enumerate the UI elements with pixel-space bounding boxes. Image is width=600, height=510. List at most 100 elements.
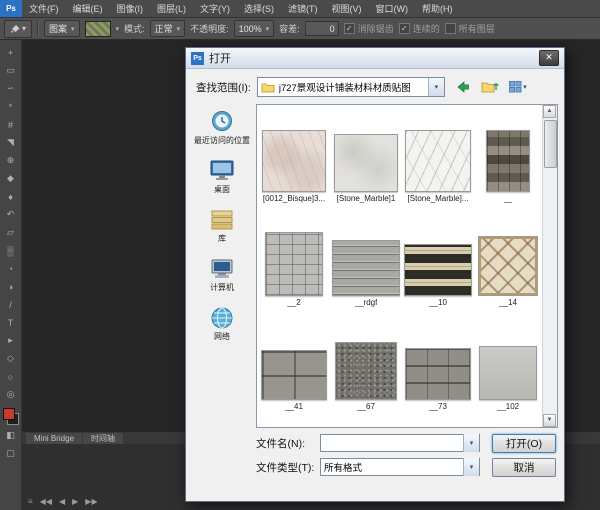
color-swatches[interactable] xyxy=(3,408,19,425)
tool-lasso[interactable]: ∽ xyxy=(3,81,19,96)
tool-brush[interactable]: ◆ xyxy=(3,171,19,186)
place-recent[interactable]: 最近访问的位置 xyxy=(192,108,252,146)
place-network[interactable]: 网络 xyxy=(192,306,252,342)
open-file-dialog: Ps 打开 ✕ 查找范围(I): j727景观设计铺装材料材质贴图 ▾ ▾ xyxy=(185,47,565,502)
previous-frame-button[interactable]: ◀ xyxy=(59,496,65,508)
menu-item-help[interactable]: 帮助(H) xyxy=(415,0,460,17)
menu-item-window[interactable]: 窗口(W) xyxy=(369,0,416,17)
menu-item-view[interactable]: 视图(V) xyxy=(325,0,369,17)
view-menu-button[interactable]: ▾ xyxy=(507,77,529,97)
scrollbar-thumb[interactable] xyxy=(544,120,557,168)
tool-quick-mask[interactable]: ◧ xyxy=(3,428,19,443)
tool-eyedropper[interactable]: ◥ xyxy=(3,135,19,150)
file-item[interactable]: __10 xyxy=(403,217,473,309)
fill-source-dropdown[interactable]: 图案 ▾ xyxy=(44,20,80,37)
file-thumbnail xyxy=(479,346,537,400)
look-in-arrow-button[interactable]: ▾ xyxy=(428,78,444,96)
file-type-arrow-button[interactable]: ▾ xyxy=(463,458,479,476)
file-name-label: __73 xyxy=(429,402,447,413)
contiguous-checkbox[interactable]: ✓ 连续的 xyxy=(399,22,440,35)
place-label: 库 xyxy=(218,233,226,244)
menu-item-edit[interactable]: 编辑(E) xyxy=(66,0,110,17)
chevron-down-icon: ▾ xyxy=(523,83,527,91)
tool-clone-stamp[interactable]: ♦ xyxy=(3,189,19,204)
file-name-label: __2 xyxy=(287,298,300,309)
menu-item-file[interactable]: 文件(F) xyxy=(22,0,66,17)
tool-magic-wand[interactable]: * xyxy=(3,99,19,114)
scroll-down-button[interactable]: ▼ xyxy=(543,414,556,427)
open-button[interactable]: 打开(O) xyxy=(492,434,556,453)
checkbox-icon: ✓ xyxy=(399,23,410,34)
file-list: [0012_Bisque]3... [Stone_Marble]1 [Stone… xyxy=(256,104,558,428)
file-name-label: __ xyxy=(504,194,513,205)
all-layers-checkbox[interactable]: 所有图层 xyxy=(445,22,495,35)
tool-path-selection[interactable]: ▸ xyxy=(3,333,19,348)
tool-zoom[interactable]: ◎ xyxy=(3,387,19,402)
menu-item-image[interactable]: 图像(I) xyxy=(110,0,151,17)
tool-healing-brush[interactable]: ⊕ xyxy=(3,153,19,168)
up-folder-icon xyxy=(481,80,499,94)
tool-history-brush[interactable]: ↶ xyxy=(3,207,19,222)
tool-preset-picker[interactable]: ▾ xyxy=(4,20,32,38)
file-name-arrow-button[interactable]: ▾ xyxy=(463,434,479,452)
tool-shape[interactable]: ◇ xyxy=(3,351,19,366)
cancel-button[interactable]: 取消 xyxy=(492,458,556,477)
next-frame-button[interactable]: ▶▶ xyxy=(85,496,97,508)
file-item[interactable]: [Stone_Marble]... xyxy=(403,113,473,205)
file-item[interactable]: __rdgf xyxy=(331,217,401,309)
file-item[interactable]: __73 xyxy=(403,321,473,413)
go-to-first-frame-button[interactable]: ◀◀ xyxy=(40,496,52,508)
menu-item-filter[interactable]: 滤镜(T) xyxy=(281,0,325,17)
tolerance-input[interactable]: 0 xyxy=(305,21,339,36)
file-item[interactable]: __2 xyxy=(259,217,329,309)
file-name-label: [Stone_Marble]1 xyxy=(337,194,396,205)
file-name-label: [Stone_Marble]... xyxy=(408,194,469,205)
place-desktop[interactable]: 桌面 xyxy=(192,159,252,195)
antialias-checkbox[interactable]: ✓ 消除锯齿 xyxy=(344,22,394,35)
scroll-up-button[interactable]: ▲ xyxy=(543,105,556,118)
tool-blur[interactable]: ◔ xyxy=(3,261,19,276)
menu-item-type[interactable]: 文字(Y) xyxy=(193,0,237,17)
file-name-label: __rdgf xyxy=(355,298,378,309)
dialog-title-bar[interactable]: Ps 打开 ✕ xyxy=(186,48,564,69)
file-item[interactable]: [Stone_Marble]1 xyxy=(331,113,401,205)
tool-eraser[interactable]: ▱ xyxy=(3,225,19,240)
tool-type[interactable]: T xyxy=(3,315,19,330)
tool-crop[interactable]: # xyxy=(3,117,19,132)
tab-mini-bridge[interactable]: Mini Bridge xyxy=(26,433,82,444)
play-button[interactable]: ▶ xyxy=(72,496,78,508)
file-item[interactable]: [0012_Bisque]3... xyxy=(259,113,329,205)
look-in-dropdown[interactable]: j727景观设计铺装材料材质贴图 ▾ xyxy=(257,77,445,97)
pattern-swatch[interactable] xyxy=(85,21,111,37)
file-item[interactable]: __67 xyxy=(331,321,401,413)
file-item[interactable]: __102 xyxy=(473,321,543,413)
tool-gradient[interactable]: ▒ xyxy=(3,243,19,258)
tool-dodge[interactable]: ◑ xyxy=(3,279,19,294)
blend-mode-dropdown[interactable]: 正常 ▾ xyxy=(150,20,186,37)
up-one-level-button[interactable] xyxy=(479,77,501,97)
file-type-combo[interactable]: 所有格式 ▾ xyxy=(320,458,480,476)
file-name-combo[interactable]: ▾ xyxy=(320,434,480,452)
menu-item-select[interactable]: 选择(S) xyxy=(237,0,281,17)
tool-pen[interactable]: / xyxy=(3,297,19,312)
pattern-picker-arrow-icon[interactable]: ▾ xyxy=(116,25,120,33)
foreground-color-swatch[interactable] xyxy=(3,408,15,420)
file-item[interactable]: __41 xyxy=(259,321,329,413)
menu-item-layer[interactable]: 图层(L) xyxy=(150,0,193,17)
tab-timeline[interactable]: 时间轴 xyxy=(83,433,123,444)
file-name-input[interactable] xyxy=(321,435,463,451)
close-button[interactable]: ✕ xyxy=(539,50,559,66)
tool-hand[interactable]: ○ xyxy=(3,369,19,384)
file-item[interactable]: __14 xyxy=(473,217,543,309)
tool-marquee[interactable]: ▭ xyxy=(3,63,19,78)
place-libraries[interactable]: 库 xyxy=(192,208,252,244)
file-item[interactable]: __ xyxy=(473,113,543,205)
back-button[interactable] xyxy=(451,77,473,97)
timeline-menu-icon[interactable]: ≡ xyxy=(28,496,33,508)
tool-screen-mode[interactable]: ▢ xyxy=(3,446,19,461)
vertical-scrollbar[interactable]: ▲ ▼ xyxy=(542,105,557,427)
tool-move[interactable]: + xyxy=(3,45,19,60)
opacity-dropdown[interactable]: 100% ▾ xyxy=(234,20,275,37)
file-name-label: __10 xyxy=(429,298,447,309)
place-computer[interactable]: 计算机 xyxy=(192,257,252,293)
